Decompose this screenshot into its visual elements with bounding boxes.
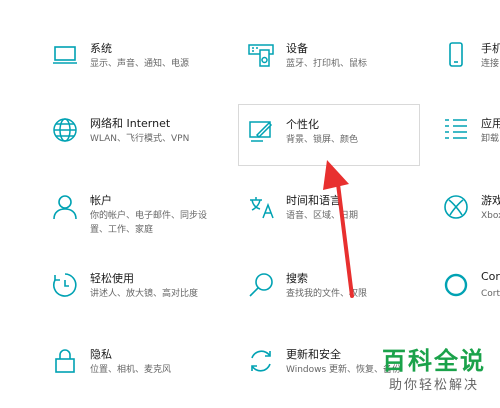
watermark-title: 百科全说 [382,347,486,375]
watermark: 百科全说 助你轻松解决 [382,341,486,393]
watermark-subtitle: 助你轻松解决 [388,378,479,393]
